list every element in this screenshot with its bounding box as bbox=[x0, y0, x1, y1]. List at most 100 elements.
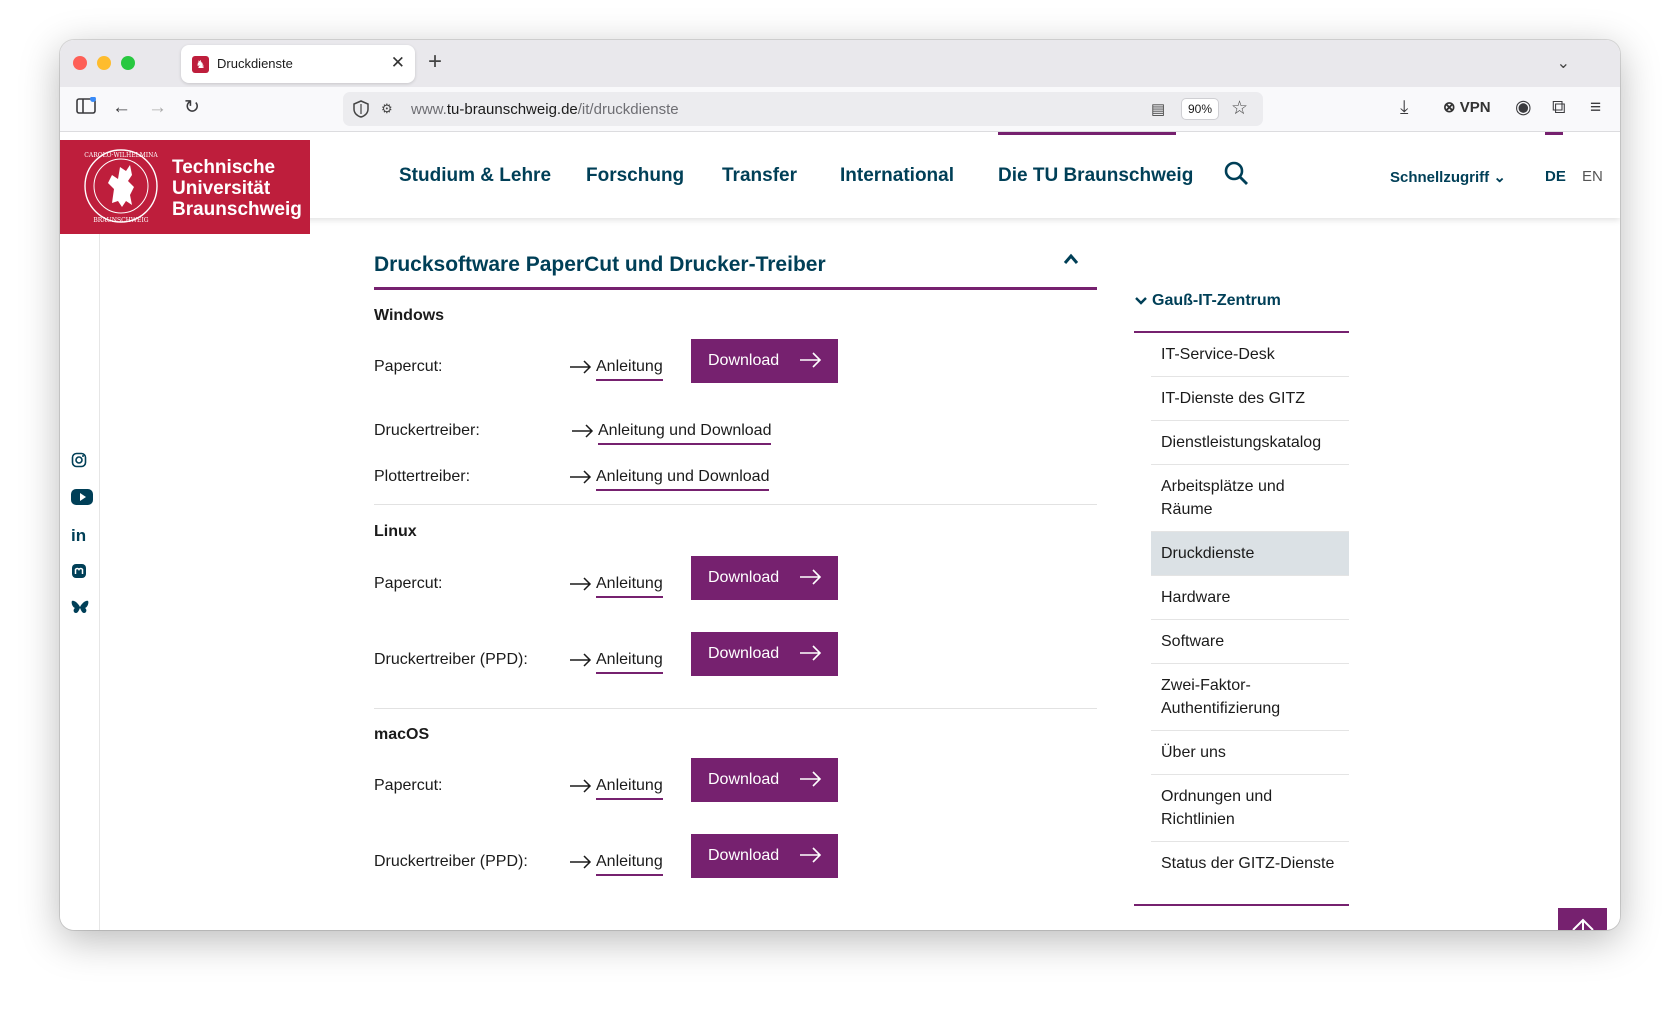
bookmark-star-icon[interactable]: ☆ bbox=[1231, 97, 1248, 120]
arrow-right-icon bbox=[570, 653, 592, 667]
mastodon-icon[interactable] bbox=[71, 563, 89, 581]
tab-list-chevron-icon[interactable]: ⌄ bbox=[1557, 53, 1570, 73]
macos-papercut-anleitung-link[interactable]: Anleitung bbox=[570, 777, 663, 800]
side-nav-item-ueber-uns[interactable]: Über uns bbox=[1151, 731, 1349, 775]
tab-title: Druckdienste bbox=[217, 56, 293, 71]
arrow-right-icon bbox=[572, 424, 594, 438]
lang-active-indicator bbox=[1545, 132, 1563, 135]
bluesky-icon[interactable] bbox=[71, 600, 89, 618]
svg-text:BRAUNSCHWEIG: BRAUNSCHWEIG bbox=[93, 217, 148, 224]
nav-international[interactable]: International bbox=[840, 165, 954, 187]
windows-plotter-label: Plottertreiber: bbox=[374, 468, 471, 485]
university-seal-icon: CAROLO·WILHELMINA BRAUNSCHWEIG bbox=[84, 149, 158, 224]
linux-papercut-label: Papercut: bbox=[374, 575, 443, 592]
vpn-button[interactable]: ⊗ VPN bbox=[1443, 97, 1491, 119]
search-icon[interactable] bbox=[1223, 160, 1249, 191]
tu-logo-icon: ♞ bbox=[192, 56, 209, 73]
linux-ppd-label: Druckertreiber (PPD): bbox=[374, 651, 528, 668]
windows-driver-link[interactable]: Anleitung und Download bbox=[572, 422, 772, 445]
side-nav-item-status[interactable]: Status der GITZ-Dienste bbox=[1151, 842, 1349, 885]
youtube-icon[interactable] bbox=[71, 489, 93, 507]
tab-bar: ♞ Druckdienste ✕ + ⌄ bbox=[60, 40, 1620, 87]
nav-transfer[interactable]: Transfer bbox=[722, 165, 797, 187]
macos-ppd-label: Druckertreiber (PPD): bbox=[374, 853, 528, 870]
macos-ppd-download-button[interactable]: Download bbox=[691, 834, 838, 878]
downloads-icon[interactable]: ⤓ bbox=[1400, 97, 1408, 119]
side-nav-item-it-service-desk[interactable]: IT-Service-Desk bbox=[1151, 333, 1349, 377]
windows-papercut-anleitung-link[interactable]: Anleitung bbox=[570, 358, 663, 381]
close-window-button[interactable] bbox=[73, 56, 87, 70]
forward-icon[interactable]: → bbox=[148, 97, 167, 119]
linkedin-icon[interactable]: in bbox=[71, 526, 89, 545]
instagram-icon[interactable] bbox=[71, 452, 89, 470]
accordion-underline bbox=[374, 287, 1097, 290]
account-icon[interactable]: ◉ bbox=[1515, 97, 1532, 119]
side-nav-item-software[interactable]: Software bbox=[1151, 620, 1349, 664]
arrow-right-icon bbox=[570, 360, 592, 374]
shield-icon[interactable] bbox=[353, 100, 369, 123]
side-nav-list: IT-Service-Desk IT-Dienste des GITZ Dien… bbox=[1151, 333, 1349, 885]
left-divider bbox=[99, 234, 100, 930]
section-linux: Linux bbox=[374, 523, 417, 540]
section-divider bbox=[374, 504, 1097, 505]
macos-ppd-anleitung-link[interactable]: Anleitung bbox=[570, 853, 663, 876]
close-tab-icon[interactable]: ✕ bbox=[391, 53, 405, 73]
linux-ppd-anleitung-link[interactable]: Anleitung bbox=[570, 651, 663, 674]
side-nav-item-hardware[interactable]: Hardware bbox=[1151, 576, 1349, 620]
lang-en[interactable]: EN bbox=[1582, 168, 1603, 185]
windows-plotter-link[interactable]: Anleitung und Download bbox=[570, 468, 770, 491]
nav-active-indicator bbox=[998, 132, 1176, 135]
side-nav-item-dienstleistungskatalog[interactable]: Dienstleistungskatalog bbox=[1151, 421, 1349, 465]
side-nav-item-it-dienste[interactable]: IT-Dienste des GITZ bbox=[1151, 377, 1349, 421]
reader-view-icon[interactable]: ▤ bbox=[1151, 100, 1165, 118]
logo-wordmark: Technische Universität Braunschweig bbox=[172, 157, 302, 220]
nav-die-tu-braunschweig[interactable]: Die TU Braunschweig bbox=[998, 165, 1193, 187]
extensions-icon[interactable]: ⧉ bbox=[1552, 97, 1566, 119]
lang-de[interactable]: DE bbox=[1545, 168, 1566, 185]
browser-tab-active[interactable]: ♞ Druckdienste ✕ bbox=[181, 45, 415, 83]
side-nav-item-zwei-faktor[interactable]: Zwei-Faktor-Authentifizierung bbox=[1151, 664, 1349, 731]
macos-papercut-download-button[interactable]: Download bbox=[691, 758, 838, 802]
macos-papercut-label: Papercut: bbox=[374, 777, 443, 794]
back-icon[interactable]: ← bbox=[112, 97, 131, 119]
section-divider bbox=[374, 708, 1097, 709]
maximize-window-button[interactable] bbox=[121, 56, 135, 70]
arrow-right-icon bbox=[570, 470, 592, 484]
nav-forschung[interactable]: Forschung bbox=[586, 165, 684, 187]
section-windows: Windows bbox=[374, 307, 445, 324]
side-nav-item-arbeitsplaetze[interactable]: Arbeitsplätze und Räume bbox=[1151, 465, 1349, 532]
arrow-right-icon bbox=[800, 645, 822, 661]
new-tab-icon[interactable]: + bbox=[428, 48, 442, 76]
reload-icon[interactable]: ↻ bbox=[184, 97, 200, 119]
linux-papercut-anleitung-link[interactable]: Anleitung bbox=[570, 575, 663, 598]
arrow-right-icon bbox=[800, 771, 822, 787]
tu-logo[interactable]: CAROLO·WILHELMINA BRAUNSCHWEIG Technisch… bbox=[60, 140, 310, 234]
side-nav-item-druckdienste[interactable]: Druckdienste bbox=[1151, 532, 1349, 576]
minimize-window-button[interactable] bbox=[97, 56, 111, 70]
quick-access-dropdown[interactable]: Schnellzugriff ⌄ bbox=[1390, 168, 1506, 186]
arrow-up-icon bbox=[1572, 918, 1594, 930]
side-nav-item-ordnungen[interactable]: Ordnungen und Richtlinien bbox=[1151, 775, 1349, 842]
scroll-to-top-button[interactable] bbox=[1558, 908, 1607, 930]
arrow-right-icon bbox=[570, 779, 592, 793]
arrow-right-icon bbox=[800, 352, 822, 368]
browser-window: ♞ Druckdienste ✕ + ⌄ ← → ↻ ⚙ www.tu-brau… bbox=[60, 40, 1620, 930]
svg-text:CAROLO·WILHELMINA: CAROLO·WILHELMINA bbox=[84, 152, 158, 159]
side-nav-heading[interactable]: Gauß-IT-Zentrum bbox=[1134, 292, 1281, 310]
side-nav-bottom-line bbox=[1134, 904, 1349, 906]
menu-icon[interactable]: ≡ bbox=[1590, 97, 1601, 119]
address-bar[interactable]: ⚙ www.tu-braunschweig.de/it/druckdienste… bbox=[343, 92, 1263, 126]
chevron-up-icon[interactable] bbox=[1063, 252, 1079, 270]
windows-papercut-download-button[interactable]: Download bbox=[691, 339, 838, 383]
url-text: www.tu-braunschweig.de/it/druckdienste bbox=[411, 101, 679, 118]
browser-toolbar: ← → ↻ ⚙ www.tu-braunschweig.de/it/druckd… bbox=[60, 87, 1620, 132]
sidebar-toggle-icon[interactable] bbox=[76, 96, 96, 121]
zoom-level-badge[interactable]: 90% bbox=[1181, 98, 1220, 120]
nav-studium-lehre[interactable]: Studium & Lehre bbox=[399, 165, 551, 187]
site-permissions-icon[interactable]: ⚙ bbox=[381, 101, 393, 117]
windows-papercut-label: Papercut: bbox=[374, 358, 443, 375]
linux-papercut-download-button[interactable]: Download bbox=[691, 556, 838, 600]
linux-ppd-download-button[interactable]: Download bbox=[691, 632, 838, 676]
accordion-title[interactable]: Drucksoftware PaperCut und Drucker-Treib… bbox=[374, 253, 826, 277]
arrow-right-icon bbox=[800, 569, 822, 585]
